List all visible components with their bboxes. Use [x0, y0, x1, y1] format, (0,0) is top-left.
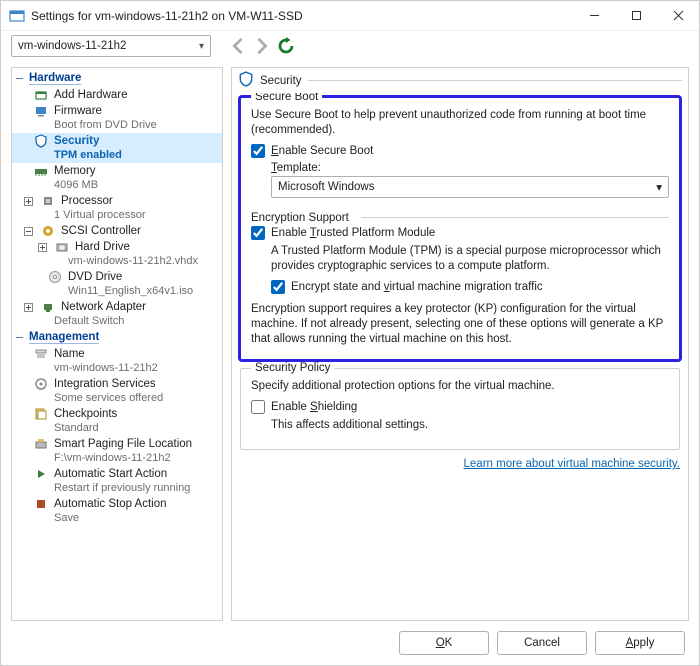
- vm-selector-dropdown[interactable]: vm-windows-11-21h2 ▾: [11, 35, 211, 57]
- sidebar-item-memory[interactable]: Memory 4096 MB: [12, 163, 222, 193]
- enable-secure-boot-checkbox[interactable]: EEnable Secure Bootnable Secure Boot: [251, 144, 669, 158]
- titlebar: Settings for vm-windows-11-21h2 on VM-W1…: [1, 1, 699, 31]
- scsi-icon: [41, 224, 55, 238]
- section-hardware[interactable]: Hardware: [12, 70, 222, 87]
- settings-detail-pane: Security Secure Boot Use Secure Boot to …: [231, 67, 689, 621]
- toolbar: vm-windows-11-21h2 ▾: [1, 31, 699, 61]
- collapse-icon: [15, 333, 24, 342]
- add-hardware-icon: [34, 88, 48, 102]
- auto-start-icon: [34, 467, 48, 481]
- sidebar-item-auto-start[interactable]: Automatic Start Action Restart if previo…: [12, 466, 222, 496]
- enable-tpm-checkbox[interactable]: Enable Trusted Platform Module: [251, 226, 669, 240]
- apply-button[interactable]: Apply: [595, 631, 685, 655]
- highlighted-security-group: Secure Boot Use Secure Boot to help prev…: [240, 97, 680, 360]
- integration-icon: [34, 377, 48, 391]
- sidebar-item-security[interactable]: Security TPM enabled: [12, 133, 222, 163]
- collapse-icon[interactable]: [24, 227, 33, 236]
- chevron-down-icon: ▾: [199, 41, 204, 52]
- sidebar-item-smart-paging[interactable]: Smart Paging File Location F:\vm-windows…: [12, 436, 222, 466]
- maximize-button[interactable]: [615, 1, 657, 31]
- expand-icon[interactable]: [38, 243, 47, 252]
- close-button[interactable]: [657, 1, 699, 31]
- sidebar-item-add-hardware[interactable]: Add Hardware: [12, 87, 222, 103]
- sidebar-item-integration[interactable]: Integration Services Some services offer…: [12, 376, 222, 406]
- sidebar-item-dvd-drive[interactable]: DVD Drive Win11_English_x64v1.iso: [12, 269, 222, 299]
- shield-icon: [238, 71, 254, 90]
- tpm-desc: A Trusted Platform Module (TPM) is a spe…: [271, 244, 669, 274]
- window-title: Settings for vm-windows-11-21h2 on VM-W1…: [31, 9, 573, 23]
- shielding-note: This affects additional settings.: [271, 418, 669, 433]
- refresh-button[interactable]: [277, 37, 295, 55]
- secure-boot-desc: Use Secure Boot to help prevent unauthor…: [251, 108, 669, 138]
- collapse-icon: [15, 74, 24, 83]
- nav-forward-button[interactable]: [253, 37, 271, 55]
- section-management[interactable]: Management: [12, 329, 222, 346]
- expand-icon[interactable]: [24, 197, 33, 206]
- firmware-icon: [34, 104, 48, 118]
- nav-back-button[interactable]: [229, 37, 247, 55]
- checkpoints-icon: [34, 407, 48, 421]
- kp-desc: Encryption support requires a key protec…: [251, 302, 669, 347]
- dvd-icon: [48, 270, 62, 284]
- enable-shielding-checkbox[interactable]: Enable Shielding: [251, 400, 669, 414]
- smart-paging-icon: [34, 437, 48, 451]
- cancel-button[interactable]: Cancel: [497, 631, 587, 655]
- shield-icon: [34, 134, 48, 148]
- pane-title: Security: [260, 75, 302, 87]
- template-select[interactable]: Microsoft Windows ▾: [271, 176, 669, 198]
- expand-icon[interactable]: [24, 303, 33, 312]
- dialog-footer: OK Cancel Apply: [1, 621, 699, 665]
- secure-boot-title: Secure Boot: [251, 93, 322, 103]
- memory-icon: [34, 164, 48, 178]
- security-policy-desc: Specify additional protection options fo…: [251, 379, 669, 394]
- name-icon: [34, 347, 48, 361]
- encryption-support-title: Encryption Support: [251, 212, 349, 224]
- sidebar-item-scsi[interactable]: SCSI Controller: [12, 223, 222, 239]
- settings-sidebar: Hardware Add Hardware Firmware Boot from…: [11, 67, 223, 621]
- sidebar-item-firmware[interactable]: Firmware Boot from DVD Drive: [12, 103, 222, 133]
- sidebar-item-network[interactable]: Network Adapter Default Switch: [12, 299, 222, 329]
- settings-icon: [9, 8, 25, 24]
- sidebar-item-name[interactable]: Name vm-windows-11-21h2: [12, 346, 222, 376]
- sidebar-item-hard-drive[interactable]: Hard Drive vm-windows-11-21h2.vhdx: [12, 239, 222, 269]
- auto-stop-icon: [34, 497, 48, 511]
- sidebar-item-checkpoints[interactable]: Checkpoints Standard: [12, 406, 222, 436]
- sidebar-item-auto-stop[interactable]: Automatic Stop Action Save: [12, 496, 222, 526]
- network-icon: [41, 300, 55, 314]
- ok-button[interactable]: OK: [399, 631, 489, 655]
- vm-selector-value: vm-windows-11-21h2: [18, 40, 126, 52]
- security-policy-title: Security Policy: [251, 362, 334, 374]
- processor-icon: [41, 194, 55, 208]
- hard-drive-icon: [55, 240, 69, 254]
- security-policy-group: Security Policy Specify additional prote…: [240, 368, 680, 450]
- template-label: Template:: [271, 162, 669, 174]
- learn-more-link[interactable]: Learn more about virtual machine securit…: [240, 458, 680, 470]
- encrypt-traffic-checkbox[interactable]: Encrypt state and virtual machine migrat…: [271, 280, 669, 294]
- sidebar-item-processor[interactable]: Processor 1 Virtual processor: [12, 193, 222, 223]
- minimize-button[interactable]: [573, 1, 615, 31]
- chevron-down-icon: ▾: [656, 180, 662, 194]
